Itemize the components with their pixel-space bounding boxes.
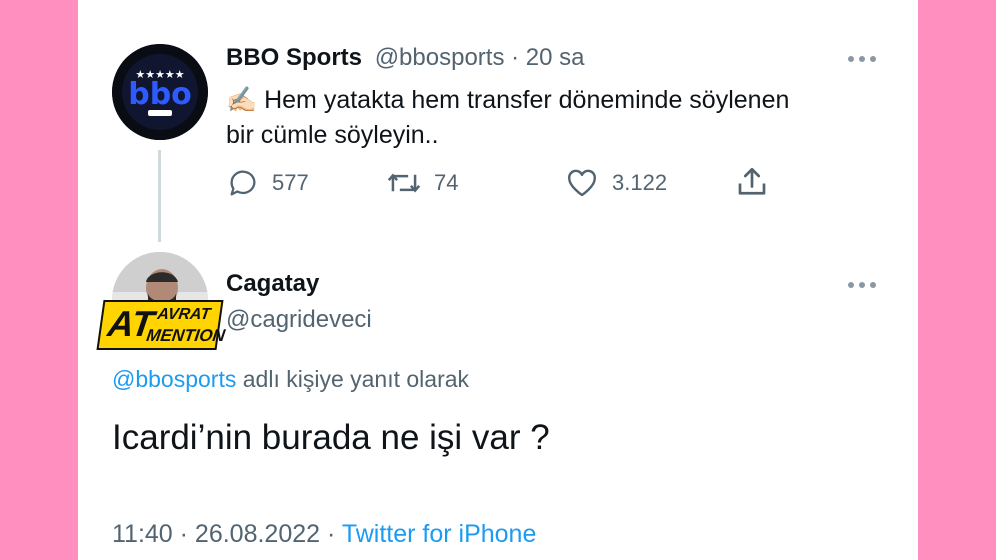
reply-count: 577: [272, 170, 309, 195]
avrat-mention-badge: AT AVRAT MENTION: [96, 300, 227, 350]
bbo-logo-icon: ★★★★★ bbo: [112, 44, 208, 140]
tweet-time[interactable]: 20 sa: [526, 44, 585, 71]
retweet-action[interactable]: 74: [386, 166, 458, 200]
separator: ·: [511, 44, 520, 71]
retweet-icon: [387, 173, 421, 193]
badge-avrat: AVRAT: [156, 306, 212, 323]
bbo-avatar[interactable]: ★★★★★ bbo: [112, 44, 208, 140]
tweet-text-line2: bir cümle söyleyin..: [226, 121, 439, 149]
reply-more-options-icon[interactable]: [848, 282, 876, 288]
badge-mention: MENTION: [145, 326, 227, 345]
replying-to-suffix: adlı kişiye yanıt olarak: [242, 366, 470, 392]
writing-hand-emoji: ✍🏻: [226, 86, 258, 114]
thread-line: [158, 150, 161, 242]
reply-author-handle[interactable]: @cagrideveci: [226, 306, 372, 334]
more-options-icon[interactable]: [848, 56, 876, 62]
reply-icon: [230, 170, 256, 196]
retweet-count: 74: [434, 170, 459, 195]
tweet-text: ✍🏻 Hem yatakta hem transfer döneminde sö…: [226, 83, 789, 153]
like-count: 3.122: [612, 170, 668, 195]
tweet-header: BBO Sports @bbosports · 20 sa: [226, 44, 585, 72]
author-handle[interactable]: @bbosports: [375, 44, 505, 71]
tweet-footer: 11:40 · 26.08.2022 · Twitter for iPhone: [112, 520, 536, 549]
author-name[interactable]: BBO Sports: [226, 44, 362, 71]
like-action[interactable]: 3.122: [564, 166, 667, 200]
share-action[interactable]: [734, 164, 770, 200]
reply-action[interactable]: 577: [226, 166, 309, 200]
reply-text: Icardi’nin burada ne işi var ?: [112, 418, 550, 457]
tweet-text-line1: ✍🏻 Hem yatakta hem transfer döneminde sö…: [226, 83, 789, 118]
tweet-card: ★★★★★ bbo BBO Sports @bbosports · 20 sa …: [78, 0, 918, 560]
tweet-text-line1-body: Hem yatakta hem transfer döneminde söyle…: [264, 86, 790, 114]
heart-icon: [568, 169, 596, 197]
svg-text:bbo: bbo: [128, 77, 192, 112]
footer-source[interactable]: Twitter for iPhone: [342, 520, 537, 548]
share-icon: [738, 167, 766, 195]
replying-to-handle[interactable]: @bbosports: [112, 366, 236, 392]
footer-timestamp[interactable]: 11:40 · 26.08.2022 ·: [112, 520, 335, 548]
reply-author-name[interactable]: Cagatay: [226, 270, 319, 298]
replying-to: @bbosports adlı kişiye yanıt olarak: [112, 366, 469, 393]
